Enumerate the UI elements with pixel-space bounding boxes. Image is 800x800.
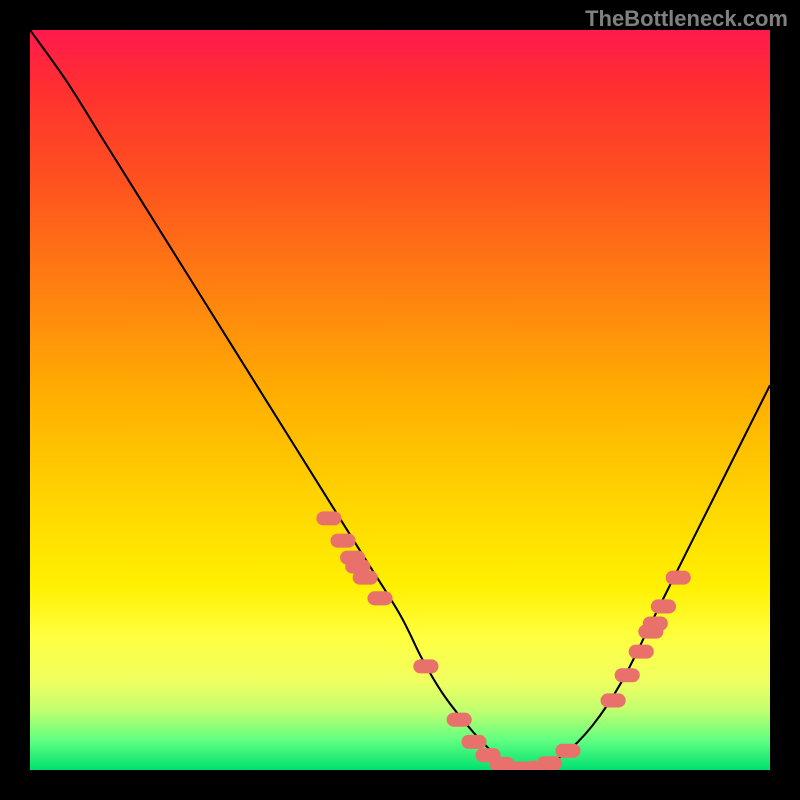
chart-marker [643, 616, 668, 630]
chart-markers [316, 511, 690, 770]
bottleneck-curve [30, 30, 770, 770]
chart-marker [316, 511, 341, 525]
chart-marker [629, 645, 654, 659]
chart-marker [615, 668, 640, 682]
chart-marker [461, 735, 486, 749]
chart-marker [555, 744, 580, 758]
watermark-text: TheBottleneck.com [585, 6, 788, 32]
chart-marker [367, 591, 392, 605]
chart-marker [330, 534, 355, 548]
chart-marker [651, 599, 676, 613]
plot-area [30, 30, 770, 770]
chart-marker [601, 693, 626, 707]
chart-marker [447, 713, 472, 727]
chart-svg [30, 30, 770, 770]
chart-marker [353, 571, 378, 585]
chart-container: TheBottleneck.com [0, 0, 800, 800]
chart-marker [413, 659, 438, 673]
chart-marker [537, 756, 562, 770]
chart-marker [666, 571, 691, 585]
